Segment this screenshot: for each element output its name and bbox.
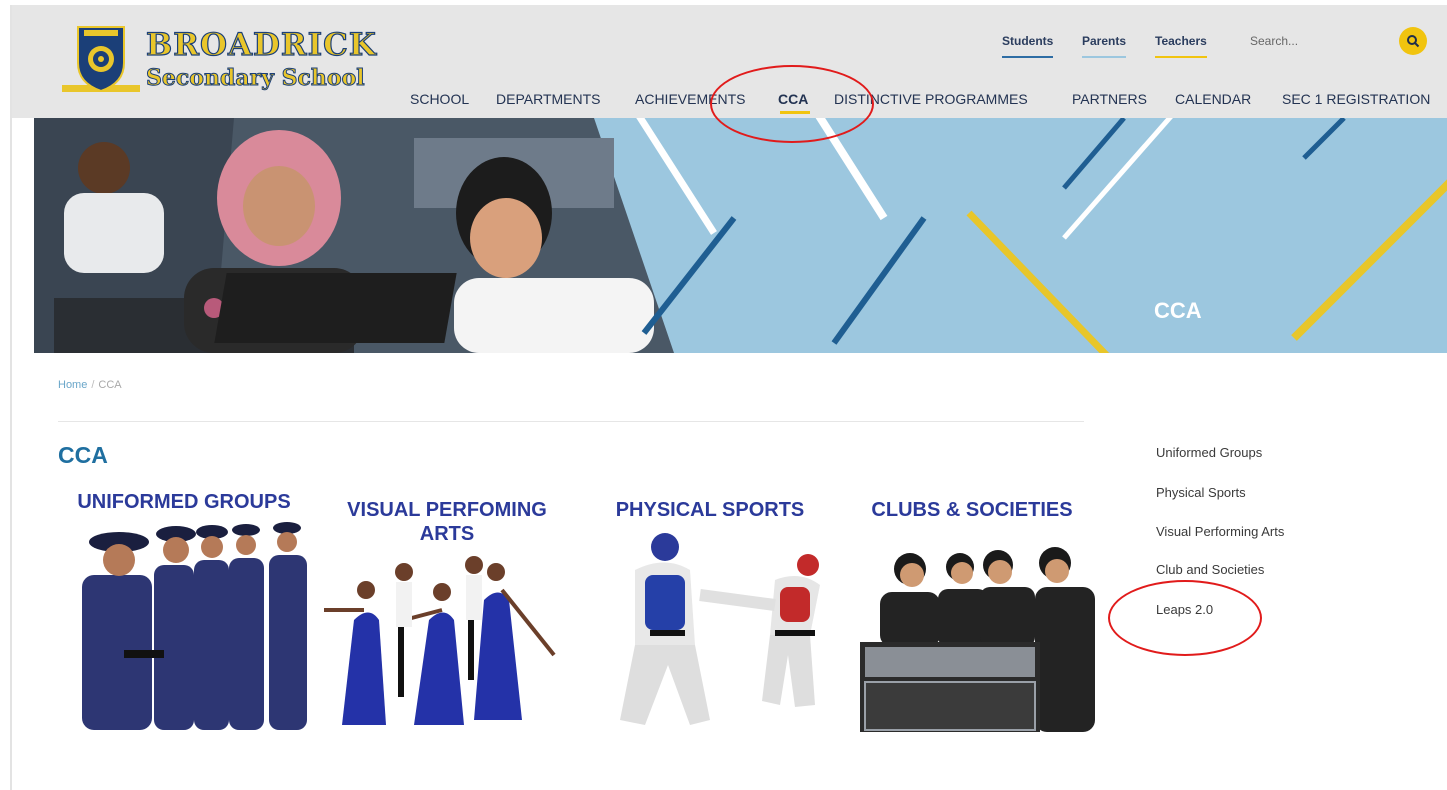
category-title-uniformed-groups[interactable]: UNIFORMED GROUPS <box>64 490 304 514</box>
util-link-label: Students <box>1002 34 1054 48</box>
category-image-clubs-societies[interactable] <box>850 547 1100 732</box>
nav-partners[interactable]: PARTNERS <box>1072 91 1147 107</box>
hero-decor-stripes <box>636 118 1447 353</box>
util-link-parents[interactable]: Parents <box>1082 34 1127 58</box>
sidebar-link-uniformed-groups[interactable]: Uniformed Groups <box>1156 445 1262 460</box>
annotation-circle-leaps <box>1108 580 1262 656</box>
sidebar-link-club-and-societies[interactable]: Club and Societies <box>1156 562 1264 577</box>
category-title-clubs-societies[interactable]: CLUBS & SOCIETIES <box>852 498 1092 522</box>
category-image-physical-sports[interactable] <box>590 525 835 730</box>
util-link-students[interactable]: Students <box>1002 34 1054 58</box>
breadcrumb-separator: / <box>91 379 95 391</box>
annotation-circle-cca-nav <box>710 65 874 143</box>
brand-name[interactable]: BROADRICK <box>145 26 377 63</box>
util-underline <box>1082 56 1127 58</box>
breadcrumb: Home / CCA <box>58 379 122 391</box>
page-frame: BROADRICK Secondary School Students Pare… <box>10 5 1447 790</box>
category-title-physical-sports[interactable]: PHYSICAL SPORTS <box>600 498 820 522</box>
category-image-visual-performing-arts[interactable] <box>324 550 574 730</box>
nav-school[interactable]: SCHOOL <box>410 91 469 107</box>
sidebar-link-visual-performing-arts[interactable]: Visual Performing Arts <box>1156 524 1284 539</box>
breadcrumb-current: CCA <box>98 379 122 391</box>
nav-departments[interactable]: DEPARTMENTS <box>496 91 601 107</box>
magnifier-icon <box>1407 35 1420 48</box>
school-crest-logo[interactable] <box>62 23 140 95</box>
search-button[interactable] <box>1399 27 1427 55</box>
util-underline <box>1155 56 1207 58</box>
breadcrumb-home-link[interactable]: Home <box>58 379 87 391</box>
category-image-uniformed-groups[interactable] <box>64 520 309 730</box>
divider <box>58 421 1084 422</box>
category-title-visual-performing-arts[interactable]: VISUAL PERFOMING ARTS <box>322 498 572 546</box>
brand-subtitle[interactable]: Secondary School <box>146 65 366 92</box>
util-link-teachers[interactable]: Teachers <box>1155 34 1207 58</box>
sidebar-link-physical-sports[interactable]: Physical Sports <box>1156 485 1246 500</box>
util-underline <box>1002 56 1054 58</box>
util-link-label: Teachers <box>1155 34 1207 48</box>
hero-title: CCA <box>1154 298 1202 323</box>
nav-sec1-registration[interactable]: SEC 1 REGISTRATION <box>1282 91 1430 107</box>
hero-banner: CCA <box>34 118 1447 353</box>
util-link-label: Parents <box>1082 34 1127 48</box>
page-title: CCA <box>58 442 108 468</box>
nav-calendar[interactable]: CALENDAR <box>1175 91 1251 107</box>
